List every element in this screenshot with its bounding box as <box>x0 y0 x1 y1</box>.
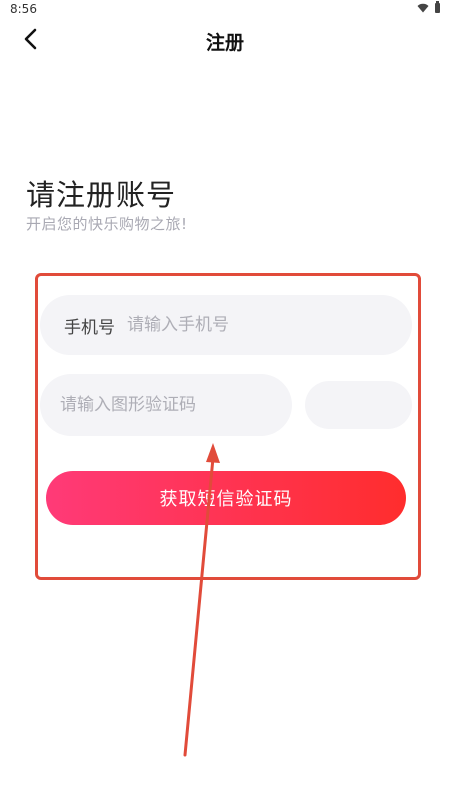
wifi-icon <box>417 3 429 13</box>
register-subtitle: 开启您的快乐购物之旅! <box>26 215 188 233</box>
annotation-outline <box>35 273 421 580</box>
register-heading: 请注册账号 <box>26 178 177 212</box>
battery-icon <box>435 1 440 13</box>
page-title: 注册 <box>205 32 244 54</box>
status-time: 8:56 <box>10 2 37 16</box>
status-bar: 8:56 <box>0 0 450 20</box>
nav-bar: 注册 <box>0 20 450 60</box>
status-icons <box>417 1 440 13</box>
